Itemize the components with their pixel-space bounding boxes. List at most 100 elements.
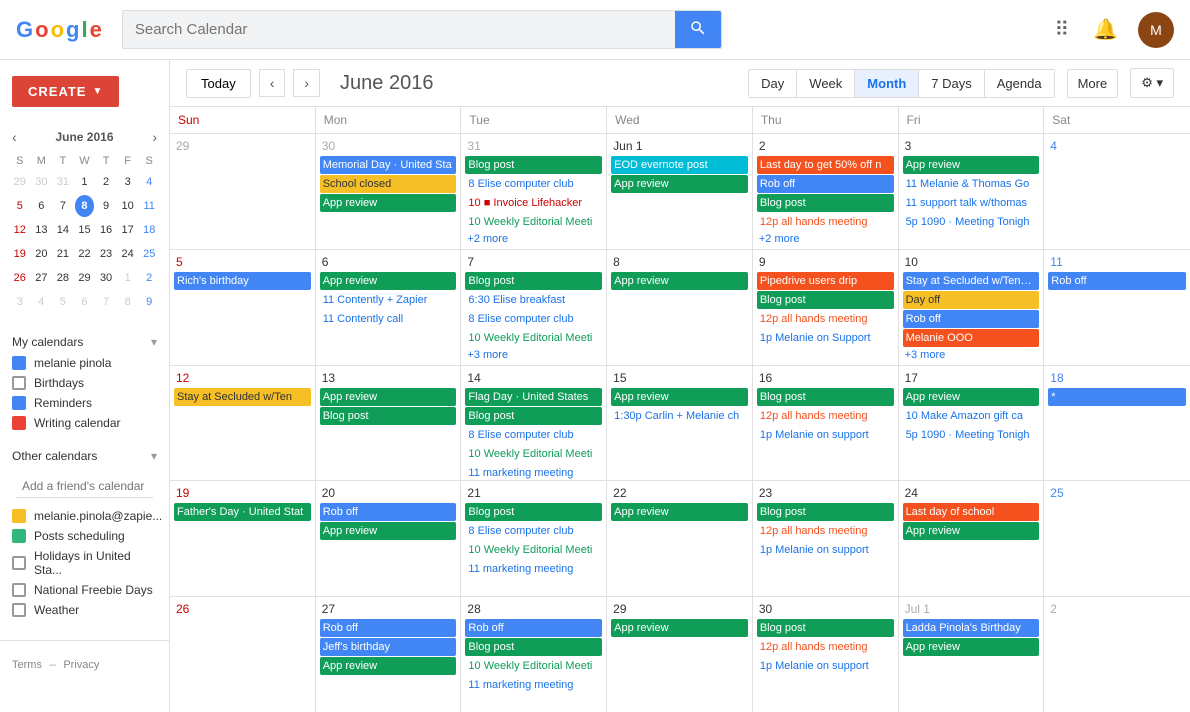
- calendar-event[interactable]: 10 Weekly Editorial Meeti: [465, 445, 602, 463]
- prev-button[interactable]: ‹: [259, 69, 286, 97]
- calendar-event[interactable]: Memorial Day · United Sta: [320, 156, 457, 174]
- calendar-event[interactable]: Blog post: [465, 503, 602, 521]
- calendar-event[interactable]: 11 marketing meeting: [465, 560, 602, 578]
- calendar-cell[interactable]: 22App review: [607, 481, 753, 596]
- calendar-cell[interactable]: 6App review11 Contently + Zapier11 Conte…: [316, 250, 462, 365]
- calendar-event[interactable]: Blog post: [757, 291, 894, 309]
- other-calendar-item[interactable]: Posts scheduling: [0, 526, 169, 546]
- calendar-cell[interactable]: 28Rob offBlog post10 Weekly Editorial Me…: [461, 597, 607, 712]
- mini-cal-day[interactable]: 31: [53, 171, 73, 193]
- calendar-event[interactable]: 11 Melanie & Thomas Go: [903, 175, 1040, 193]
- calendar-event[interactable]: *: [1048, 388, 1186, 406]
- mini-cal-day[interactable]: 6: [32, 195, 52, 217]
- mini-cal-day[interactable]: 8: [75, 195, 95, 217]
- calendar-event[interactable]: Last day of school: [903, 503, 1040, 521]
- calendar-cell[interactable]: 2Last day to get 50% off nRob offBlog po…: [753, 134, 899, 249]
- calendar-event[interactable]: 10 Weekly Editorial Meeti: [465, 329, 602, 347]
- calendar-event[interactable]: 1p Melanie on support: [757, 426, 894, 444]
- calendar-event[interactable]: Blog post: [757, 619, 894, 637]
- calendar-event[interactable]: 10 Weekly Editorial Meeti: [465, 541, 602, 559]
- mini-cal-day[interactable]: 28: [53, 267, 73, 289]
- calendar-event[interactable]: 8 Elise computer club: [465, 175, 602, 193]
- apps-grid-button[interactable]: ⠿: [1050, 13, 1073, 46]
- calendar-event[interactable]: Rob off: [465, 619, 602, 637]
- calendar-cell[interactable]: 23Blog post12p all hands meeting1p Melan…: [753, 481, 899, 596]
- calendar-cell[interactable]: 29App review: [607, 597, 753, 712]
- calendar-cell[interactable]: 20Rob offApp review: [316, 481, 462, 596]
- calendar-event[interactable]: App review: [903, 638, 1040, 656]
- calendar-event[interactable]: 11 Contently call: [320, 310, 457, 328]
- calendar-cell[interactable]: Jul 1Ladda Pinola's BirthdayApp review: [899, 597, 1045, 712]
- mini-cal-day[interactable]: 1: [75, 171, 95, 193]
- calendar-event[interactable]: App review: [903, 522, 1040, 540]
- calendar-event[interactable]: Blog post: [757, 388, 894, 406]
- calendar-cell[interactable]: 30Blog post12p all hands meeting1p Melan…: [753, 597, 899, 712]
- calendar-cell[interactable]: 15App review1:30p Carlin + Melanie ch: [607, 366, 753, 481]
- search-button[interactable]: [675, 11, 721, 48]
- mini-cal-day[interactable]: 19: [10, 243, 30, 265]
- calendar-event[interactable]: Rob off: [903, 310, 1040, 328]
- more-events-link[interactable]: +3 more: [465, 348, 602, 362]
- view-7days[interactable]: 7 Days: [918, 70, 983, 97]
- calendar-event[interactable]: 11 marketing meeting: [465, 676, 602, 694]
- mini-cal-day[interactable]: 22: [75, 243, 95, 265]
- calendar-cell[interactable]: 9Pipedrive users dripBlog post12p all ha…: [753, 250, 899, 365]
- calendar-event[interactable]: 1p Melanie on support: [757, 541, 894, 559]
- calendar-event[interactable]: 10 Weekly Editorial Meeti: [465, 213, 602, 231]
- calendar-cell[interactable]: 18*: [1044, 366, 1190, 481]
- calendar-event[interactable]: App review: [903, 388, 1040, 406]
- mini-cal-day[interactable]: 30: [96, 267, 116, 289]
- notifications-button[interactable]: 🔔: [1089, 13, 1122, 46]
- calendar-event[interactable]: App review: [320, 194, 457, 212]
- calendar-event[interactable]: Blog post: [757, 194, 894, 212]
- calendar-event[interactable]: 10 Make Amazon gift ca: [903, 407, 1040, 425]
- mini-cal-day[interactable]: 2: [96, 171, 116, 193]
- mini-cal-day[interactable]: 14: [53, 219, 73, 241]
- mini-cal-day[interactable]: 9: [96, 195, 116, 217]
- calendar-cell[interactable]: 7Blog post6:30 Elise breakfast8 Elise co…: [461, 250, 607, 365]
- other-calendars-header[interactable]: Other calendars ▾: [0, 441, 169, 467]
- calendar-cell[interactable]: 11Rob off: [1044, 250, 1190, 365]
- calendar-event[interactable]: Stay at Secluded w/Tennis/Koi Pond/Hot T…: [903, 272, 1040, 290]
- calendar-event[interactable]: 11 support talk w/thomas: [903, 194, 1040, 212]
- calendar-cell[interactable]: 30Memorial Day · United StaSchool closed…: [316, 134, 462, 249]
- calendar-event[interactable]: Rob off: [1048, 272, 1186, 290]
- calendar-event[interactable]: App review: [320, 657, 457, 675]
- calendar-event[interactable]: Father's Day · United Stat: [174, 503, 311, 521]
- calendar-event[interactable]: Blog post: [320, 407, 457, 425]
- calendar-event[interactable]: 8 Elise computer club: [465, 426, 602, 444]
- calendar-cell[interactable]: 4: [1044, 134, 1190, 249]
- calendar-event[interactable]: Rob off: [320, 619, 457, 637]
- mini-cal-day[interactable]: 18: [139, 219, 159, 241]
- mini-cal-day[interactable]: 4: [32, 291, 52, 313]
- calendar-cell[interactable]: 10Stay at Secluded w/Tennis/Koi Pond/Hot…: [899, 250, 1045, 365]
- calendar-event[interactable]: Jeff's birthday: [320, 638, 457, 656]
- calendar-event[interactable]: 11 marketing meeting: [465, 464, 602, 481]
- mini-cal-day[interactable]: 26: [10, 267, 30, 289]
- calendar-cell[interactable]: 8App review: [607, 250, 753, 365]
- calendar-event[interactable]: App review: [611, 388, 748, 406]
- mini-cal-day[interactable]: 3: [118, 171, 138, 193]
- calendar-event[interactable]: App review: [903, 156, 1040, 174]
- calendar-event[interactable]: Rob off: [757, 175, 894, 193]
- calendar-cell[interactable]: 5Rich's birthday: [170, 250, 316, 365]
- mini-cal-day[interactable]: 12: [10, 219, 30, 241]
- mini-cal-day[interactable]: 24: [118, 243, 138, 265]
- calendar-event[interactable]: 5p 1090 · Meeting Tonigh: [903, 426, 1040, 444]
- other-calendar-item[interactable]: Holidays in United Sta...: [0, 546, 169, 580]
- calendar-event[interactable]: 12p all hands meeting: [757, 522, 894, 540]
- calendar-cell[interactable]: 24Last day of schoolApp review: [899, 481, 1045, 596]
- terms-link[interactable]: Terms: [12, 659, 42, 671]
- mini-cal-day[interactable]: 29: [75, 267, 95, 289]
- mini-cal-day[interactable]: 11: [139, 195, 159, 217]
- more-events-link[interactable]: +2 more: [465, 232, 602, 246]
- calendar-event[interactable]: 1:30p Carlin + Melanie ch: [611, 407, 748, 425]
- calendar-event[interactable]: Blog post: [465, 272, 602, 290]
- calendar-event[interactable]: Melanie OOO: [903, 329, 1040, 347]
- calendar-event[interactable]: Rob off: [320, 503, 457, 521]
- calendar-event[interactable]: 10 ■ Invoice Lifehacker: [465, 194, 602, 212]
- mini-cal-day[interactable]: 27: [32, 267, 52, 289]
- other-calendar-item[interactable]: Weather: [0, 600, 169, 620]
- calendar-cell[interactable]: 31Blog post8 Elise computer club10 ■ Inv…: [461, 134, 607, 249]
- view-month[interactable]: Month: [854, 70, 918, 97]
